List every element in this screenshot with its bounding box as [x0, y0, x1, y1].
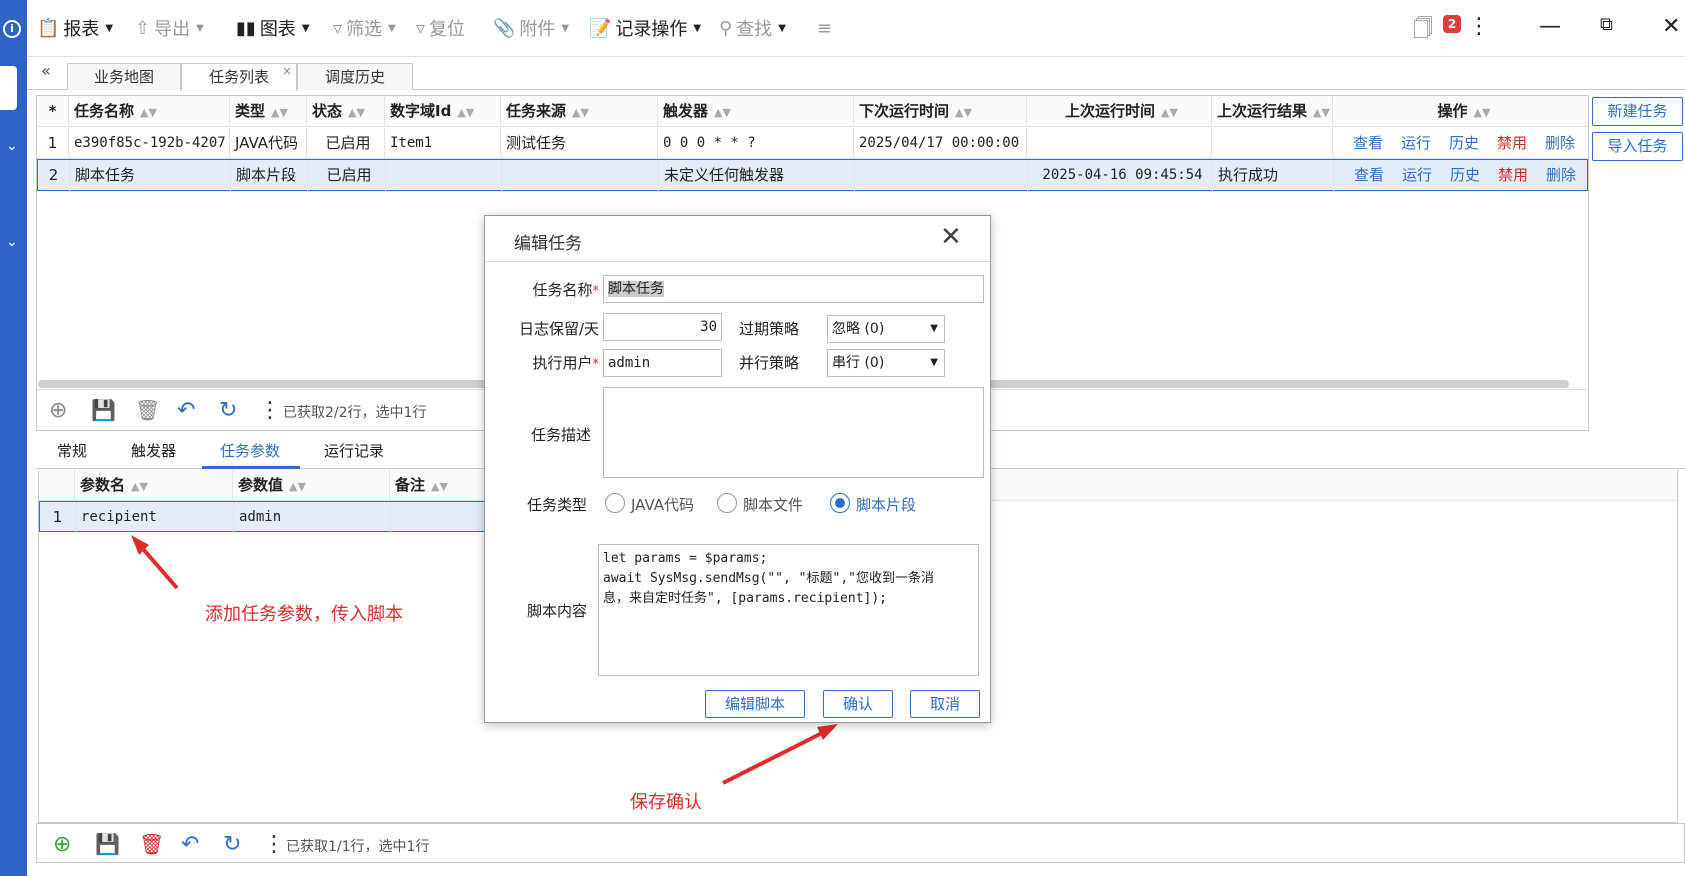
annotation-arrow-confirm — [722, 728, 829, 785]
dialog-header: 编辑任务 ✕ — [485, 216, 990, 262]
user-field[interactable]: admin — [603, 349, 722, 377]
label-text: 任务名称 — [532, 281, 593, 299]
log-days-label: 日志保留/天 — [518, 320, 599, 338]
required-icon: * — [592, 284, 600, 299]
arrow-head-icon — [817, 724, 838, 740]
close-icon[interactable]: ✕ — [940, 222, 962, 252]
radio-java-label: JAVA代码 — [631, 496, 695, 514]
caret-down-icon: ▼ — [930, 323, 938, 334]
expire-policy-select[interactable]: 忽略 (0) ▼ — [827, 315, 945, 343]
task-type-label: 任务类型 — [526, 496, 587, 514]
description-label: 任务描述 — [530, 426, 591, 444]
description-field[interactable] — [603, 387, 984, 478]
script-line: await SysMsg.sendMsg("", "标题","您收到一条消 — [603, 571, 934, 586]
parallel-policy-value: 串行 (0) — [832, 355, 885, 371]
dialog-title: 编辑任务 — [514, 234, 582, 254]
annotation-confirm-note: 保存确认 — [630, 792, 702, 813]
script-line: let params = $params; — [603, 551, 768, 566]
radio-java[interactable] — [605, 493, 625, 513]
edit-task-dialog: 编辑任务 ✕ 任务名称* 脚本任务 日志保留/天 30 过期策略 忽略 (0) ▼… — [484, 215, 991, 723]
radio-script-snippet-label: 脚本片段 — [856, 496, 917, 514]
task-name-value: 脚本任务 — [608, 281, 664, 297]
script-editor[interactable]: let params = $params; await SysMsg.sendM… — [598, 544, 979, 676]
caret-down-icon: ▼ — [930, 357, 938, 368]
cancel-button[interactable]: 取消 — [910, 690, 980, 718]
task-name-label: 任务名称* — [525, 279, 599, 300]
expire-policy-label: 过期策略 — [738, 320, 799, 338]
required-icon: * — [592, 357, 600, 372]
parallel-policy-label: 并行策略 — [738, 354, 799, 372]
expire-policy-value: 忽略 (0) — [832, 321, 885, 337]
radio-script-file[interactable] — [717, 493, 737, 513]
task-name-field[interactable]: 脚本任务 — [603, 275, 984, 303]
label-text: 执行用户 — [532, 354, 593, 372]
user-label: 执行用户* — [525, 352, 599, 373]
parallel-policy-select[interactable]: 串行 (0) ▼ — [827, 349, 945, 377]
script-label: 脚本内容 — [526, 602, 587, 620]
annotation-param-note: 添加任务参数，传入脚本 — [205, 604, 403, 625]
script-line: 息，来自定时任务", [params.recipient]); — [603, 591, 888, 606]
edit-script-button[interactable]: 编辑脚本 — [705, 690, 805, 718]
log-days-field[interactable]: 30 — [603, 313, 722, 341]
radio-script-snippet[interactable] — [830, 493, 850, 513]
radio-script-file-label: 脚本文件 — [743, 496, 804, 514]
confirm-button[interactable]: 确认 — [823, 690, 893, 718]
